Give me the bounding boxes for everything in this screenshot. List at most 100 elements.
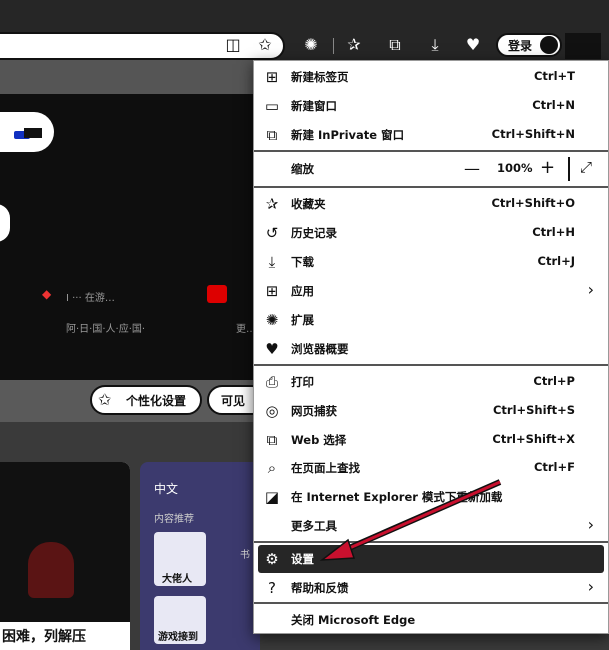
zoom-out-button[interactable]: — bbox=[464, 159, 480, 178]
downloads-icon[interactable]: ⤓ bbox=[424, 34, 446, 56]
menu-item-new-inprivate[interactable]: ⧉ 新建 InPrivate 窗口 Ctrl+Shift+N bbox=[254, 121, 608, 149]
news-card[interactable]: 困难，列解压 bbox=[0, 462, 130, 650]
menu-item-label: 关闭 Microsoft Edge bbox=[291, 613, 416, 627]
games-card-subtitle: 内容推荐 bbox=[154, 514, 194, 525]
menu-divider bbox=[254, 541, 608, 543]
menu-divider bbox=[254, 186, 608, 188]
menu-divider bbox=[254, 150, 608, 152]
print-icon: ⎙ bbox=[265, 373, 278, 391]
login-button[interactable]: 登录 bbox=[496, 33, 562, 57]
menu-item-shortcut: Ctrl+Shift+O bbox=[491, 196, 575, 210]
quick-link-label[interactable]: I ··· 在游… bbox=[66, 289, 115, 304]
menu-item-ie-mode[interactable]: ◪ 在 Internet Explorer 模式下重新加载 bbox=[254, 483, 608, 511]
game-tile[interactable]: 大佬人 bbox=[154, 532, 206, 586]
menu-item-settings[interactable]: ⚙ 设置 bbox=[258, 545, 604, 573]
browser-toolbar: ◫ ✩ ✺ ✰ ⧉ ⤓ ♥ 登录 bbox=[0, 0, 609, 60]
menu-item-browser-essentials[interactable]: ♥ 浏览器概要 bbox=[254, 335, 608, 363]
menu-item-label: 历史记录 bbox=[291, 226, 337, 240]
menu-item-label: 应用 bbox=[291, 284, 314, 298]
history-icon: ↺ bbox=[265, 224, 279, 242]
menu-item-apps[interactable]: ⊞ 应用 › bbox=[254, 277, 608, 305]
menu-item-shortcut: Ctrl+N bbox=[532, 98, 575, 112]
extensions-icon: ✺ bbox=[265, 311, 279, 329]
settings-and-more-menu: ⊞ 新建标签页 Ctrl+T ▭ 新建窗口 Ctrl+N ⧉ 新建 InPriv… bbox=[253, 60, 609, 634]
menu-item-more-tools[interactable]: 更多工具 › bbox=[254, 512, 608, 540]
favorite-star-icon[interactable]: ✩ bbox=[254, 34, 276, 56]
menu-item-help-feedback[interactable]: ? 帮助和反馈 › bbox=[254, 574, 608, 602]
toolbar-divider bbox=[333, 38, 334, 54]
menu-item-label: 扩展 bbox=[291, 313, 314, 327]
reading-view-icon[interactable]: ◫ bbox=[222, 34, 244, 56]
quick-link-icon[interactable]: ◆ bbox=[42, 287, 58, 301]
menu-item-favorites[interactable]: ✰ 收藏夹 Ctrl+Shift+O bbox=[254, 190, 608, 218]
menu-item-label: 网页捕获 bbox=[291, 404, 337, 418]
menu-item-label: 在 Internet Explorer 模式下重新加载 bbox=[291, 490, 503, 504]
menu-item-extensions[interactable]: ✺ 扩展 bbox=[254, 306, 608, 334]
menu-item-label: 打印 bbox=[291, 375, 314, 389]
chevron-right-icon: › bbox=[587, 280, 594, 299]
game-side-text: 书 bbox=[240, 550, 250, 561]
menu-item-new-tab[interactable]: ⊞ 新建标签页 Ctrl+T bbox=[254, 63, 608, 91]
menu-item-label: 浏览器概要 bbox=[291, 342, 349, 356]
news-title[interactable]: 困难，列解压 bbox=[2, 626, 86, 646]
star-icon: ✩ bbox=[98, 390, 112, 409]
menu-item-web-select[interactable]: ⧉ Web 选择 Ctrl+Shift+X bbox=[254, 426, 608, 454]
favorites-icon[interactable]: ✰ bbox=[343, 34, 365, 56]
news-image bbox=[0, 462, 130, 622]
extension-puzzle-icon[interactable]: ✺ bbox=[300, 34, 322, 56]
zoom-in-button[interactable]: + bbox=[540, 157, 555, 178]
zoom-level: 100% bbox=[497, 161, 533, 175]
menu-item-shortcut: Ctrl+Shift+X bbox=[492, 432, 575, 446]
web-select-icon: ⧉ bbox=[266, 431, 278, 449]
fullscreen-icon[interactable]: ⤢ bbox=[580, 158, 592, 176]
menu-item-label: 新建 InPrivate 窗口 bbox=[291, 128, 405, 142]
menu-item-shortcut: Ctrl+Shift+N bbox=[491, 127, 575, 141]
games-card-title[interactable]: 中文 bbox=[154, 480, 178, 497]
game-tile[interactable]: 游戏接到 bbox=[154, 596, 206, 644]
menu-item-label: 新建标签页 bbox=[291, 70, 349, 84]
help-icon: ? bbox=[268, 579, 276, 597]
login-label: 登录 bbox=[508, 39, 533, 53]
menu-item-label: 帮助和反馈 bbox=[291, 581, 349, 595]
menu-divider bbox=[254, 602, 608, 604]
new-tab-icon: ⊞ bbox=[265, 68, 279, 86]
games-card[interactable]: 中文 内容推荐 大佬人 游戏接到 书 bbox=[140, 462, 260, 650]
download-icon: ⤓ bbox=[268, 253, 276, 271]
apps-icon: ⊞ bbox=[265, 282, 279, 300]
menu-item-label: 设置 bbox=[291, 552, 314, 566]
figure-shape bbox=[28, 542, 74, 598]
game-tile-label: 游戏接到 bbox=[158, 632, 198, 643]
ie-mode-icon: ◪ bbox=[264, 488, 280, 506]
menu-item-print[interactable]: ⎙ 打印 Ctrl+P bbox=[254, 368, 608, 396]
menu-item-downloads[interactable]: ⤓ 下载 Ctrl+J bbox=[254, 248, 608, 276]
settings-and-more-button[interactable] bbox=[565, 33, 601, 59]
favorites-icon: ✰ bbox=[265, 195, 279, 213]
quick-link-sub: 阿·日·国·人·应·国· bbox=[66, 324, 146, 335]
browser-essentials-icon: ♥ bbox=[265, 340, 279, 358]
web-capture-icon: ◎ bbox=[265, 402, 279, 420]
menu-item-label: 缩放 bbox=[291, 162, 314, 176]
menu-item-label: 在页面上查找 bbox=[291, 461, 360, 475]
settings-icon: ⚙ bbox=[265, 550, 279, 568]
personalize-label: 个性化设置 bbox=[126, 394, 187, 408]
zoom-divider bbox=[568, 157, 570, 181]
search-box[interactable] bbox=[0, 112, 54, 152]
menu-item-web-capture[interactable]: ◎ 网页捕获 Ctrl+Shift+S bbox=[254, 397, 608, 425]
menu-item-find-on-page[interactable]: ⌕ 在页面上查找 Ctrl+F bbox=[254, 454, 608, 482]
browser-essentials-icon[interactable]: ♥ bbox=[462, 34, 484, 56]
logo-shape bbox=[24, 128, 42, 138]
quick-link-icon[interactable] bbox=[207, 285, 227, 303]
menu-item-shortcut: Ctrl+P bbox=[533, 374, 575, 388]
menu-item-label: Web 选择 bbox=[291, 433, 347, 447]
menu-item-history[interactable]: ↺ 历史记录 Ctrl+H bbox=[254, 219, 608, 247]
chevron-right-icon: › bbox=[587, 515, 594, 534]
menu-item-shortcut: Ctrl+J bbox=[537, 254, 575, 268]
collections-icon[interactable]: ⧉ bbox=[384, 34, 406, 56]
menu-item-label: 新建窗口 bbox=[291, 99, 337, 113]
avatar bbox=[540, 36, 558, 54]
personalize-button[interactable]: ✩ 个性化设置 bbox=[90, 385, 202, 415]
menu-item-new-window[interactable]: ▭ 新建窗口 Ctrl+N bbox=[254, 92, 608, 120]
menu-item-close-edge[interactable]: 关闭 Microsoft Edge bbox=[254, 606, 608, 634]
menu-item-shortcut: Ctrl+T bbox=[533, 69, 575, 83]
menu-item-shortcut: Ctrl+F bbox=[533, 460, 575, 474]
